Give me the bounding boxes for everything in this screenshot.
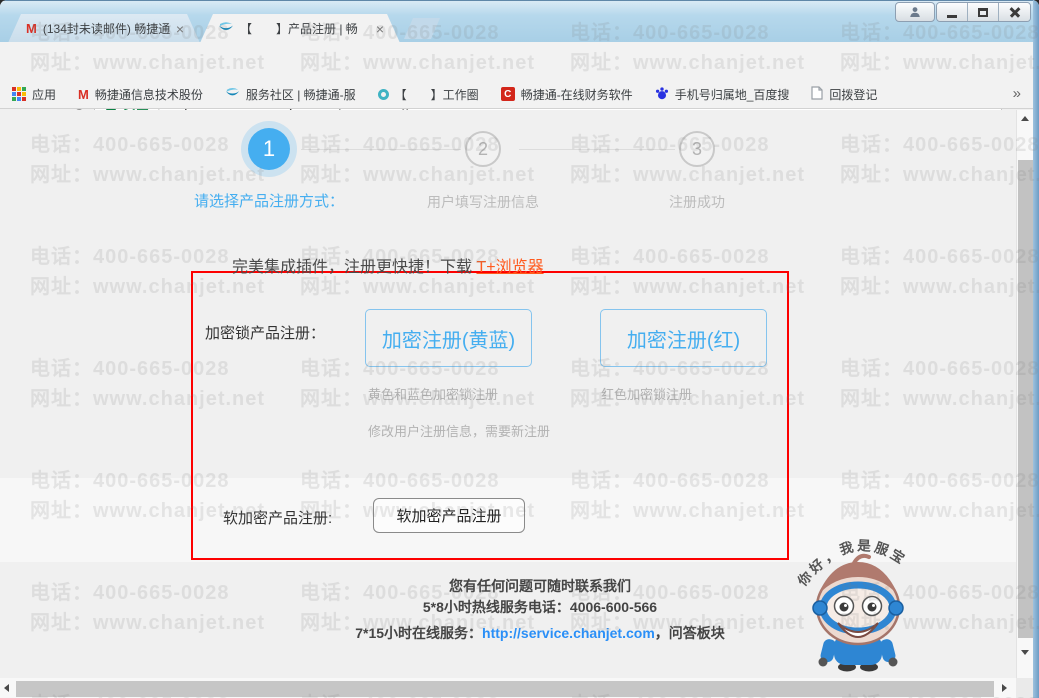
soft-register-label: 软加密产品注册:	[223, 507, 332, 528]
chanjet-icon	[218, 19, 234, 38]
register-red-button[interactable]: 加密注册(红)	[600, 309, 767, 367]
bookmark-label: 畅捷通-在线财务软件	[521, 86, 633, 103]
footer-line3-prefix: 7*15小时在线服务：	[355, 625, 482, 641]
page-content: 1 2 3 请选择产品注册方式： 用户填写注册信息 注册成功 完美集成插件，注册…	[0, 110, 1016, 678]
step-circle-3: 3	[679, 131, 715, 167]
bookmark-chanjet-finance[interactable]: C 畅捷通-在线财务软件	[501, 86, 633, 103]
promo-text: 完美集成插件，注册更快捷！下载 T+浏览器	[232, 253, 544, 277]
vertical-scroll-thumb[interactable]	[1018, 160, 1033, 638]
scroll-down-icon[interactable]	[1021, 650, 1029, 655]
gmail-icon: M	[78, 87, 89, 102]
bookmark-label: 【 】工作圈	[395, 86, 479, 103]
chanjet-c-icon: C	[501, 87, 515, 101]
step-circle-2: 2	[465, 131, 501, 167]
step-circle-1: 1	[248, 128, 290, 170]
step-label-2: 用户填写注册信息	[373, 192, 593, 212]
profile-button[interactable]	[895, 2, 935, 22]
bookmark-service-community[interactable]: 服务社区 | 畅捷通-服	[225, 85, 356, 103]
bookmark-label: 畅捷通信息技术股份	[95, 86, 203, 103]
step-label-1: 请选择产品注册方式：	[159, 190, 379, 211]
bookmark-chanjet-mail[interactable]: M 畅捷通信息技术股份	[78, 86, 203, 103]
soft-register-button[interactable]: 软加密产品注册	[373, 498, 525, 533]
bookmark-apps[interactable]: 应用	[12, 86, 56, 103]
register-desc-red: 红色加密锁注册	[601, 384, 692, 403]
horizontal-scroll-thumb[interactable]	[16, 681, 994, 697]
new-tab-button[interactable]	[404, 18, 440, 39]
title-bar: M (134封未读邮件) 畅捷通 × 【 】产品注册 | 畅 ×	[0, 0, 1039, 42]
register-desc-yellow-blue: 黄色和蓝色加密锁注册	[368, 384, 498, 403]
tplus-browser-link[interactable]: T+浏览器	[476, 259, 543, 276]
chanjet-icon	[225, 85, 240, 103]
tab-close-icon[interactable]: ×	[176, 22, 184, 36]
promo-prefix: 完美集成插件，注册更快捷！下载	[232, 259, 476, 276]
close-button[interactable]	[999, 3, 1030, 21]
bookmarks-overflow-chevron[interactable]: »	[1013, 85, 1021, 102]
bookmark-workcircle[interactable]: 【 】工作圈	[378, 86, 479, 103]
page-icon	[811, 86, 823, 103]
minimize-icon	[947, 15, 957, 18]
person-icon	[909, 6, 921, 18]
vertical-scrollbar[interactable]	[1016, 110, 1033, 678]
scroll-up-icon[interactable]	[1021, 116, 1029, 121]
window-controls	[936, 2, 1031, 22]
lock-register-label: 加密锁产品注册：	[205, 322, 325, 343]
register-note: 修改用户注册信息，需要新注册	[368, 421, 550, 440]
mascot-figure	[813, 556, 903, 672]
service-site-link[interactable]: http://service.chanjet.com	[482, 625, 655, 641]
maximize-button[interactable]	[968, 3, 999, 21]
browser-window: M (134封未读邮件) 畅捷通 × 【 】产品注册 | 畅 ×	[0, 0, 1039, 698]
apps-grid-icon	[12, 87, 26, 101]
footer-line3-suffix: ，问答板块	[655, 625, 725, 641]
bookmark-label: 服务社区 | 畅捷通-服	[246, 86, 356, 103]
step-label-3: 注册成功	[587, 192, 807, 212]
mascot-helper[interactable]: 你好，我是服宝	[792, 515, 927, 678]
tab-product-register[interactable]: 【 】产品注册 | 畅 ×	[200, 14, 400, 43]
gmail-icon: M	[26, 21, 37, 36]
bookmark-label: 回拨登记	[829, 86, 877, 103]
step-connector	[519, 149, 675, 150]
bookmark-callback[interactable]: 回拨登记	[811, 86, 877, 103]
bookmarks-bar: 应用 M 畅捷通信息技术股份 服务社区 | 畅捷通-服 【 】工作圈 C 畅捷通…	[0, 80, 1039, 109]
tab-title: 【 】产品注册 | 畅	[240, 20, 370, 37]
scroll-left-icon[interactable]	[4, 684, 9, 692]
register-yellow-blue-button[interactable]: 加密注册(黄蓝)	[365, 309, 532, 367]
ring-icon	[378, 89, 389, 100]
bookmark-label: 手机号归属地_百度搜	[675, 86, 790, 103]
browser-toolbar: 安全 | https://service.chanjet.com/product…	[0, 42, 1039, 80]
scroll-right-icon[interactable]	[1002, 684, 1007, 692]
tab-close-icon[interactable]: ×	[376, 22, 384, 36]
close-icon	[1009, 6, 1021, 18]
tab-mail[interactable]: M (134封未读邮件) 畅捷通 ×	[8, 14, 200, 43]
baidu-icon	[655, 86, 669, 103]
minimize-button[interactable]	[937, 3, 968, 21]
bookmark-baidu-phone[interactable]: 手机号归属地_百度搜	[655, 86, 790, 103]
horizontal-scrollbar[interactable]	[0, 678, 1016, 698]
window-frame-right	[1033, 0, 1039, 698]
step-connector	[301, 149, 461, 150]
tab-title: (134封未读邮件) 畅捷通	[43, 20, 170, 37]
maximize-icon	[978, 8, 988, 17]
bookmark-label: 应用	[32, 86, 56, 103]
